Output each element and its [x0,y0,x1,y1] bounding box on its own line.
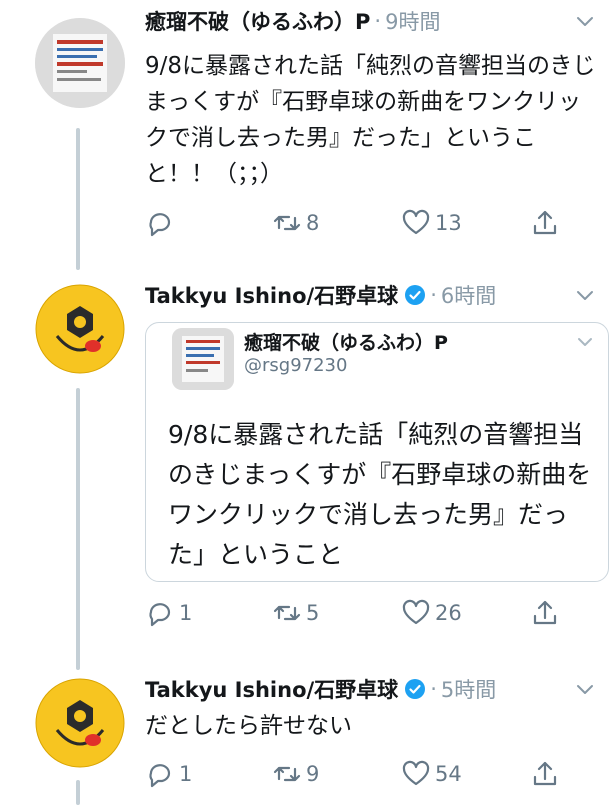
like-button[interactable]: 13 [401,203,462,243]
timestamp[interactable]: 5時間 [441,674,496,704]
retweet-icon [273,215,301,231]
avatar[interactable] [35,284,125,374]
share-icon [533,210,557,235]
reply-count: 1 [179,601,193,625]
chevron-down-icon[interactable] [574,10,596,32]
chevron-down-icon[interactable] [576,333,594,351]
share-icon [533,600,557,625]
separator-dot: · [430,283,437,307]
retweet-icon [273,766,301,782]
author-name[interactable]: Takkyu Ishino/石野卓球 [145,674,398,704]
like-icon [402,760,430,786]
like-count: 26 [435,601,462,625]
reply-icon [149,603,171,627]
reply-button[interactable] [145,203,179,243]
tweet-actions: 1 5 26 [145,593,565,633]
quoted-avatar-image [172,328,234,390]
author-name[interactable]: Takkyu Ishino/石野卓球 [145,280,398,310]
reply-button[interactable]: 1 [145,754,192,794]
author-name[interactable]: 癒瑠不破（ゆるふわ）P [145,6,370,36]
tweet-text: 9/8に暴露された話「純烈の音響担当のきじまっくすが『石野卓球の新曲をワンクリッ… [145,53,596,187]
tweet-actions: 1 9 54 [145,754,565,794]
retweet-button[interactable]: 9 [272,754,319,794]
thread-line [76,388,80,670]
chevron-down-icon[interactable] [574,284,596,306]
avatar[interactable] [35,18,125,108]
share-button[interactable] [530,203,560,243]
reply-icon [149,213,171,237]
timestamp[interactable]: 9時間 [385,6,440,36]
reply-icon [149,764,171,788]
reply-button[interactable]: 1 [145,593,192,633]
tweet-text: だとしたら許せない [145,713,352,739]
smiley-avatar-image [35,678,125,768]
verified-icon [405,285,426,305]
quoted-text: 9/8に暴露された話「純烈の音響担当のきじまっくすが『石野卓球の新曲をワンクリッ… [168,420,592,569]
like-icon [402,209,430,235]
retweet-icon [273,605,301,621]
quoted-avatar [172,328,234,390]
tweet-header: Takkyu Ishino/石野卓球 · 5時間 [145,674,496,704]
retweet-count: 9 [306,762,320,786]
quoted-author-name: 癒瑠不破（ゆるふわ）P [244,332,448,354]
tweet-header: Takkyu Ishino/石野卓球 · 6時間 [145,280,496,310]
avatar[interactable] [35,678,125,768]
smiley-avatar-image [35,284,125,374]
share-button[interactable] [530,593,560,633]
retweet-count: 5 [306,601,320,625]
separator-dot: · [430,677,437,701]
retweet-button[interactable]: 5 [272,593,319,633]
tweet-header: 癒瑠不破（ゆるふわ）P · 9時間 [145,6,440,36]
share-button[interactable] [530,754,560,794]
verified-icon [405,679,426,699]
quoted-tweet[interactable]: 癒瑠不破（ゆるふわ）P @rsg97230 9/8に暴露された話「純烈の音響担当… [145,322,609,582]
tweet-actions: 8 13 [145,203,565,243]
separator-dot: · [374,9,382,33]
quoted-handle: @rsg97230 [244,355,348,376]
retweet-count: 8 [306,211,320,235]
like-button[interactable]: 54 [401,754,462,794]
avatar-image [35,18,125,108]
like-button[interactable]: 26 [401,593,462,633]
timestamp[interactable]: 6時間 [441,280,496,310]
like-count: 54 [435,762,462,786]
like-icon [402,599,430,625]
retweet-button[interactable]: 8 [272,203,319,243]
share-icon [533,761,557,786]
reply-count: 1 [179,762,193,786]
thread-line [76,128,80,270]
thread-line [76,780,80,805]
chevron-down-icon[interactable] [574,678,596,700]
like-count: 13 [435,211,462,235]
